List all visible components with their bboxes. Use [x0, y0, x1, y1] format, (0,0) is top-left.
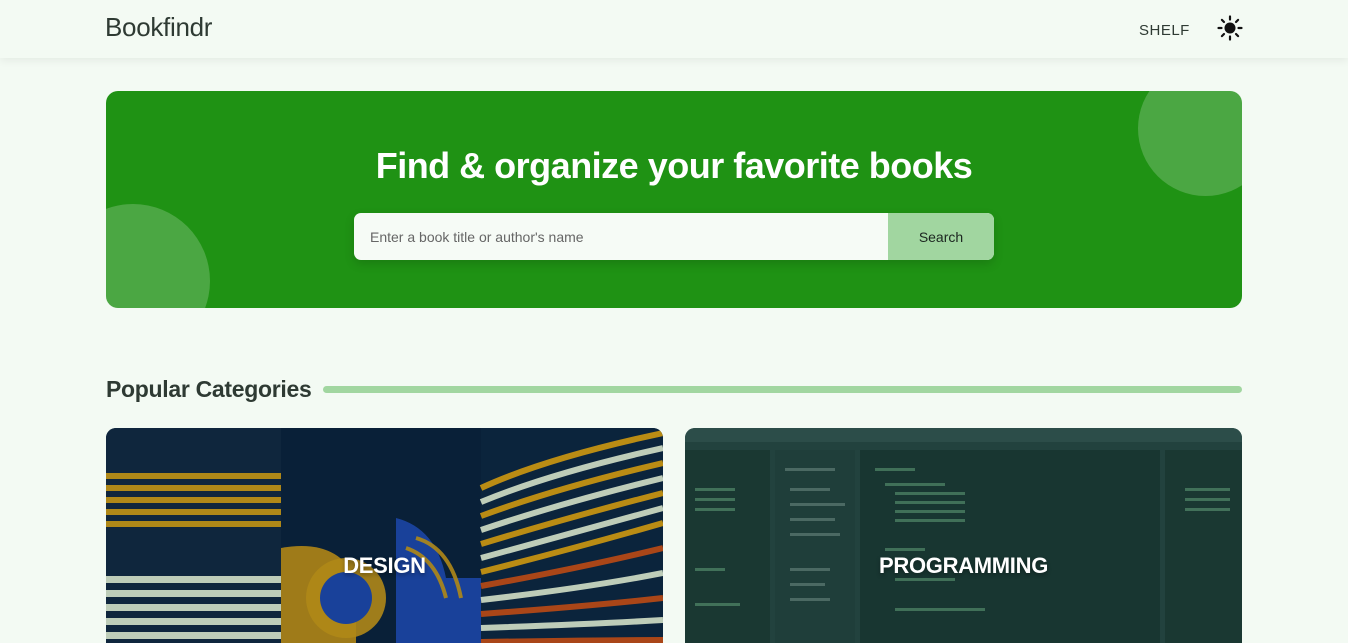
section-title: Popular Categories [106, 376, 312, 402]
hero-banner: Find & organize your favorite books Sear… [106, 91, 1242, 308]
logo[interactable]: Bookfindr [105, 12, 212, 43]
search-bar: Search [354, 213, 994, 260]
nav-shelf-link[interactable]: SHELF [1139, 22, 1190, 39]
section-divider [323, 386, 1242, 393]
category-card-programming[interactable]: PROGRAMMING [685, 428, 1242, 643]
category-label: DESIGN [343, 553, 426, 578]
programming-cover-image [685, 428, 1242, 643]
hero-title: Find & organize your favorite books [375, 145, 973, 186]
category-card-design[interactable]: DESIGN [106, 428, 663, 643]
sun-icon [1217, 15, 1243, 41]
search-input[interactable] [354, 213, 888, 260]
decorative-circle [106, 204, 210, 308]
theme-toggle-button[interactable] [1217, 15, 1243, 41]
navbar: Bookfindr SHELF [0, 0, 1348, 58]
design-cover-image [106, 428, 663, 643]
category-label: PROGRAMMING [878, 553, 1049, 578]
search-button[interactable]: Search [888, 213, 994, 260]
